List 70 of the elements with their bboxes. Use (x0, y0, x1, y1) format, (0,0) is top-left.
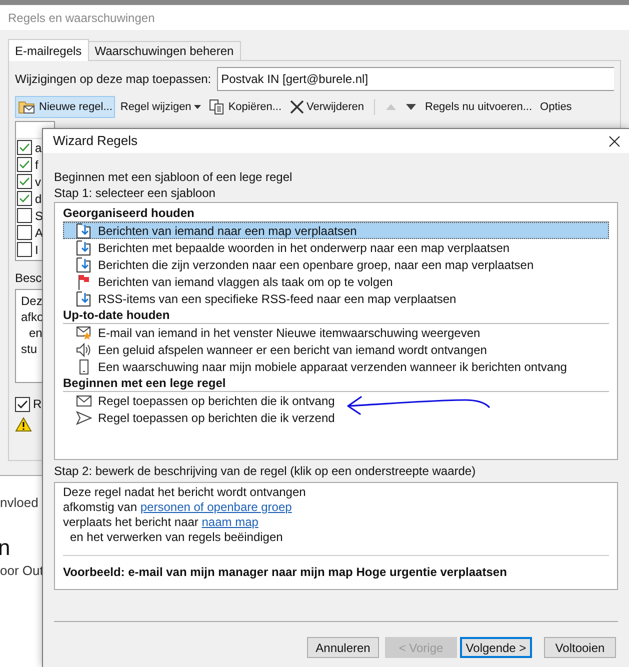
step-label: Stap 1: selecteer een sjabloon (54, 185, 216, 201)
description-text: afkomstig van (63, 500, 138, 514)
description-label: Besc (15, 270, 42, 287)
speaker-icon (76, 342, 92, 358)
flag-icon (76, 274, 92, 290)
move-to-folder-icon (76, 256, 92, 272)
checkbox[interactable] (17, 208, 32, 223)
option-label: R (33, 396, 42, 413)
checkbox[interactable] (17, 242, 32, 257)
toolbar-button[interactable]: Nieuwe regel... (15, 96, 116, 118)
description-text: Dez (21, 293, 44, 309)
description-text: en het verwerken van regels beëindigen (70, 530, 283, 544)
rule-name: v (35, 174, 41, 190)
checkbox[interactable] (17, 140, 32, 155)
delete-icon (290, 100, 304, 114)
template-item[interactable]: Berichten van iemand vlaggen als taak om op te volgen (63, 273, 609, 290)
template-item[interactable]: Regel toepassen op berichten die ik ontvang (63, 392, 609, 409)
checkbox[interactable] (15, 396, 30, 412)
intro-text: Beginnen met een sjabloon of een lege regel (54, 169, 294, 185)
dialog-button[interactable]: Volgende > (460, 637, 532, 658)
description-text: en (28, 325, 44, 341)
tab[interactable]: Waarschuwingen beheren (88, 41, 241, 60)
template-item[interactable]: Berichten die zijn verzonden naar een openbare groep, naar een map verplaatsen (63, 256, 609, 273)
tab[interactable]: E-mailregels (8, 39, 89, 61)
checkbox[interactable] (17, 174, 32, 189)
rule-name: I (35, 242, 38, 258)
window-title: Regels en waarschuwingen (8, 10, 155, 26)
checkbox[interactable] (17, 225, 32, 240)
value-link[interactable]: naam map (202, 515, 258, 529)
new-rule-icon (18, 100, 36, 114)
field-label: Wijzigingen op deze map toepassen: (15, 71, 212, 88)
dialog-title: Wizard Regels (53, 132, 138, 150)
description-text: stu (21, 341, 38, 357)
group-heading: Up-to-date houden (63, 307, 609, 324)
template-item[interactable]: Een geluid afspelen wanneer er een bericht van iemand wordt ontvangen (63, 341, 609, 358)
step-label: Stap 2: bewerk de beschrijving van de regel (klik op een onderstreepte waarde) (54, 463, 477, 479)
move-to-folder-icon (76, 240, 92, 256)
template-item[interactable]: E-mail van iemand in het venster Nieuwe itemwaarschuwing weergeven (63, 324, 609, 341)
value-link[interactable]: personen of openbare groep (140, 500, 292, 514)
mail-star-icon (76, 324, 92, 340)
rule-name: f (35, 156, 38, 174)
copy-icon (209, 99, 226, 115)
description-text: verplaats het bericht naar (63, 515, 200, 529)
close-icon (608, 136, 620, 146)
description-text: Deze regel nadat het bericht wordt ontvangen (63, 485, 306, 499)
checkbox[interactable] (17, 191, 32, 206)
move-to-folder-icon (76, 222, 92, 238)
group-heading: Beginnen met een lege regel (63, 375, 609, 392)
warning-icon (15, 417, 32, 432)
template-item[interactable]: Een waarschuwing naar mijn mobiele apparaat verzenden wanneer ik berichten ontvang (63, 358, 609, 375)
template-item[interactable]: Berichten met bepaalde woorden in het onderwerp naar een map verplaatsen (63, 239, 609, 256)
rule-name: S (35, 208, 44, 224)
rule-name: d (35, 190, 42, 208)
body-text: oor Out (0, 562, 44, 580)
envelope-icon (76, 392, 92, 408)
template-item[interactable]: Berichten van iemand naar een map verplaatsen (63, 222, 609, 239)
dialog-button[interactable]: Annuleren (307, 637, 379, 658)
template-item[interactable]: RSS-items van een specifieke RSS-feed naar een map verplaatsen (63, 290, 609, 307)
down-triangle-icon (406, 104, 416, 110)
folder-field[interactable]: Postvak IN [gert@burele.nl] (217, 67, 614, 91)
send-icon (76, 410, 92, 426)
checkbox[interactable] (17, 157, 32, 172)
example-text: Voorbeeld: e-mail van mijn manager naar mijn map Hoge urgentie verplaatsen (63, 565, 507, 579)
body-text: nvloed (0, 494, 38, 512)
dialog-button[interactable]: Voltooien (544, 637, 616, 658)
template-item[interactable]: Regel toepassen op berichten die ik verzend (63, 409, 609, 426)
caret-icon (194, 105, 202, 109)
rule-name: a (35, 140, 42, 156)
up-triangle-icon (386, 104, 396, 110)
move-to-folder-icon (76, 290, 92, 306)
